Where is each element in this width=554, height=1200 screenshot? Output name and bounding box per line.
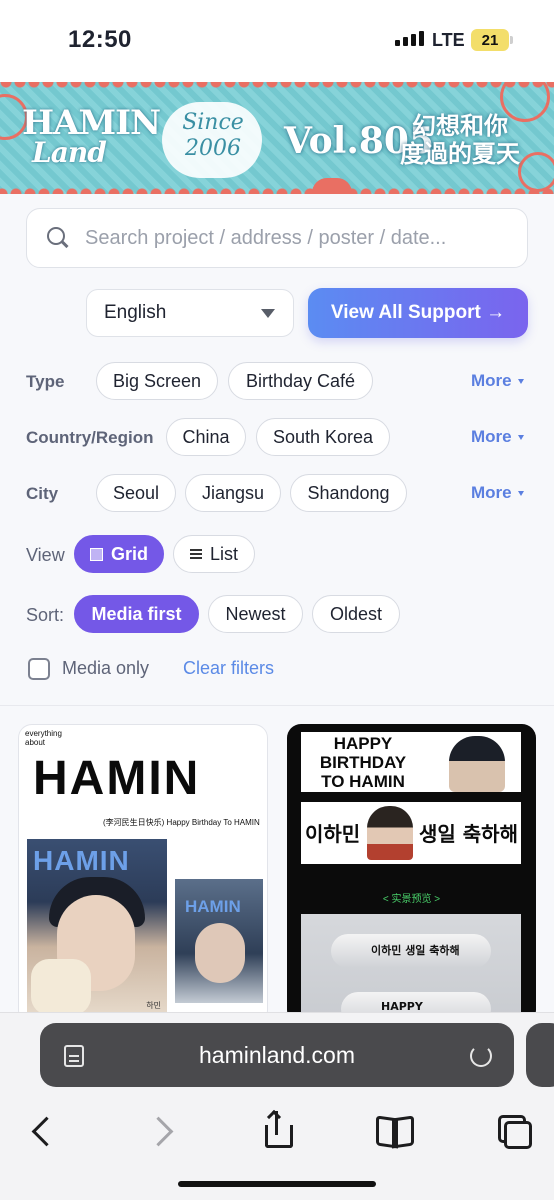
magazine-cover-image: HAMIN 하민 — [27, 839, 167, 1019]
birthday-banner-image: HAPPY BIRTHDAY TO HAMIN — [301, 732, 521, 792]
banner-lace-bottom — [0, 184, 554, 194]
chevron-down-icon — [261, 309, 275, 318]
korean-name: 이하민 — [305, 822, 361, 846]
back-icon[interactable] — [22, 1109, 66, 1153]
view-grid-label: Grid — [110, 543, 148, 564]
blimp-preview-image: 이하민 생일 축하해 HAPPY — [301, 914, 521, 1024]
next-tab-pill[interactable] — [526, 1023, 554, 1087]
media-only-checkbox[interactable] — [28, 658, 50, 680]
city-more-button[interactable]: More — [471, 483, 524, 503]
korean-banner-image: 이하민 생일 축하해 — [301, 802, 521, 864]
card-small-text: everything about — [25, 729, 62, 747]
banner-since-word: Since — [182, 110, 244, 135]
banner-slogan-line1: 幻想和你 — [412, 112, 508, 140]
caret-down-icon — [517, 435, 524, 441]
blimp-shape: 이하민 생일 축하해 — [331, 934, 491, 968]
card-title: HAMIN — [33, 752, 201, 805]
filter-country-label: Country/Region — [26, 428, 154, 447]
korean-wish: 생일 축하해 — [419, 822, 518, 846]
project-card[interactable]: HAPPY BIRTHDAY TO HAMIN 이하민 생일 축하해 < 实景预… — [287, 724, 536, 1024]
share-icon[interactable] — [256, 1109, 300, 1153]
type-more-button[interactable]: More — [471, 371, 524, 391]
type-more-label: More — [471, 371, 512, 390]
results-grid: everything about HAMIN (李河民生日快乐) Happy B… — [0, 706, 554, 1024]
billboard-image: HAMIN — [175, 879, 263, 1003]
view-list-label: List — [209, 543, 238, 564]
grid-icon — [89, 547, 103, 561]
battery-cap — [510, 36, 513, 44]
network-type: LTE — [432, 30, 465, 50]
home-indicator[interactable] — [178, 1181, 376, 1187]
clock: 12:50 — [68, 26, 132, 53]
portrait-image — [449, 736, 505, 792]
view-all-support-button[interactable]: View All Support → — [308, 288, 528, 338]
preview-label: < 实景预览 > — [382, 894, 441, 905]
blimp-text: 이하민 생일 축하해 — [371, 944, 460, 957]
filter-city-label: City — [26, 484, 59, 503]
bookmarks-icon[interactable] — [372, 1109, 416, 1153]
banner-slogan-line2: 度過的夏天 — [400, 140, 520, 168]
view-label: View — [26, 545, 65, 565]
country-more-label: More — [471, 427, 512, 446]
list-icon — [189, 549, 202, 559]
share-arrow — [266, 1109, 282, 1125]
media-only-label: Media only — [62, 658, 150, 678]
chip-big-screen[interactable]: Big Screen — [96, 362, 218, 400]
country-more-button[interactable]: More — [471, 427, 524, 447]
search-icon — [45, 225, 71, 251]
chip-birthday-cafe[interactable]: Birthday Café — [228, 362, 373, 400]
address-bar[interactable]: haminland.com — [40, 1023, 514, 1087]
caret-down-icon — [517, 379, 524, 385]
billboard-face — [195, 923, 245, 983]
caret-down-icon — [517, 491, 524, 497]
banner-since: Since 2006 — [168, 110, 258, 162]
language-select[interactable]: English — [86, 289, 294, 337]
magazine-title: HAMIN — [33, 845, 130, 876]
browser-toolbar: haminland.com — [0, 1012, 554, 1200]
magazine-caption: 하민 — [146, 1001, 161, 1010]
filter-type-label: Type — [26, 372, 65, 391]
billboard-title: HAMIN — [185, 897, 241, 916]
view-grid-button[interactable]: Grid — [74, 535, 164, 573]
banner-slogan: 幻想和你 度過的夏天 — [390, 112, 530, 168]
sort-media-first[interactable]: Media first — [74, 595, 199, 633]
chip-seoul[interactable]: Seoul — [96, 474, 176, 512]
sort-newest[interactable]: Newest — [208, 595, 303, 633]
portrait-image — [367, 806, 413, 860]
banner-since-year: 2006 — [185, 136, 241, 161]
signal-icon — [395, 31, 424, 46]
sort-label: Sort: — [26, 605, 65, 625]
status-bar: 12:50 LTE 21 — [0, 0, 554, 82]
chip-shandong[interactable]: Shandong — [290, 474, 407, 512]
banner-lace-top — [0, 82, 554, 92]
sort-oldest[interactable]: Oldest — [312, 595, 400, 633]
banner-logo: HAMIN Land — [22, 106, 161, 168]
tabs-icon[interactable] — [492, 1109, 536, 1153]
search-box[interactable] — [26, 208, 528, 268]
language-selected: English — [104, 302, 167, 323]
chip-south-korea[interactable]: South Korea — [256, 418, 390, 456]
reader-icon[interactable] — [64, 1045, 84, 1067]
site-banner[interactable]: HAMIN Land Since 2006 Vol.805 幻想和你 度過的夏天 — [0, 82, 554, 194]
filter-panel: English View All Support → Type Big Scre… — [0, 194, 554, 706]
city-more-label: More — [471, 483, 512, 502]
chip-china[interactable]: China — [166, 418, 246, 456]
strawberry-icon — [312, 178, 352, 194]
chip-jiangsu[interactable]: Jiangsu — [185, 474, 281, 512]
battery-icon: 21 — [471, 29, 509, 51]
view-list-button[interactable]: List — [173, 535, 255, 573]
url-text[interactable]: haminland.com — [199, 1042, 355, 1069]
forward-icon[interactable] — [140, 1109, 184, 1153]
project-card[interactable]: everything about HAMIN (李河民生日快乐) Happy B… — [18, 724, 268, 1024]
clear-filters-link[interactable]: Clear filters — [183, 658, 274, 679]
cover-bread — [31, 959, 91, 1015]
banner-happy-birthday: HAPPY BIRTHDAY TO HAMIN — [319, 734, 407, 791]
search-input[interactable] — [85, 226, 505, 250]
card-subtitle: (李河民生日快乐) Happy Birthday To HAMIN — [103, 818, 260, 827]
reload-icon[interactable] — [470, 1045, 492, 1067]
